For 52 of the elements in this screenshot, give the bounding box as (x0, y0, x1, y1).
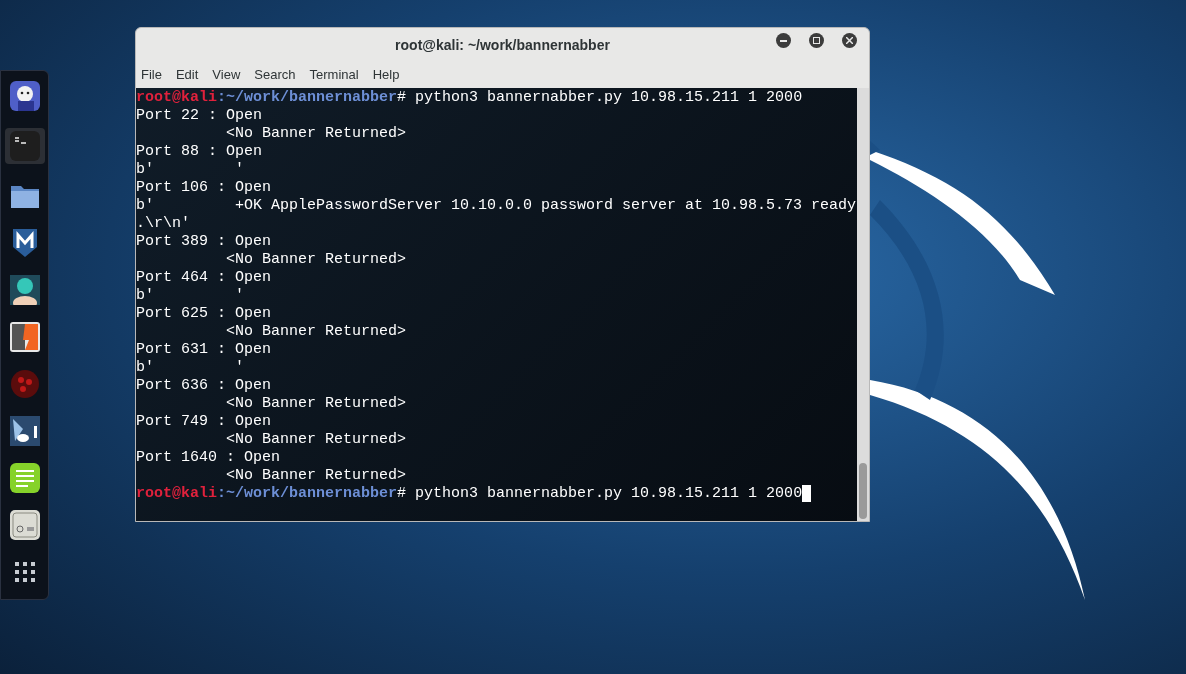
dots-icon (9, 369, 40, 399)
terminal-icon (9, 131, 40, 161)
output-line: <No Banner Returned> (225, 395, 407, 413)
prompt-symbol: # (397, 89, 407, 107)
minimize-button[interactable] (776, 33, 791, 48)
output-line: <No Banner Returned> (225, 431, 407, 449)
output-line: b' ' (136, 359, 245, 377)
control-panel-icon (9, 510, 40, 540)
output-line: <No Banner Returned> (225, 323, 407, 341)
output-line: Port 1640 : Open (136, 449, 281, 467)
folder-icon (9, 183, 40, 209)
menu-item[interactable]: View (212, 65, 241, 85)
output-line: b' +OK ApplePasswordServer 10.10.0.0 password server at 10.98.5.73 ready (136, 197, 857, 215)
output-line: <No Banner Returned> (225, 251, 407, 269)
output-line: Port 631 : Open (136, 341, 272, 359)
menu-item[interactable]: Search (254, 65, 296, 85)
window-title: root@kali: ~/work/bannernabber (395, 35, 610, 55)
output-line: Port 106 : Open (136, 179, 272, 197)
output-line: b' ' (136, 161, 245, 179)
command-text: python3 bannernabber.py 10.98.15.211 1 2000 (414, 485, 803, 503)
output-line: Port 22 : Open (136, 107, 263, 125)
prompt-symbol: # (397, 485, 407, 503)
avatar-icon (9, 275, 40, 305)
output-line: Port 625 : Open (136, 305, 272, 323)
output-line: Port 464 : Open (136, 269, 272, 287)
prompt-path: :~/work/bannernabber (217, 485, 398, 503)
prompt-user: root@kali (136, 485, 217, 503)
close-icon (846, 37, 853, 44)
maximize-button[interactable] (809, 33, 824, 48)
output-line: Port 636 : Open (136, 377, 272, 395)
app-grid-icon (13, 561, 36, 583)
output-line: <No Banner Returned> (225, 467, 407, 485)
output-line: Port 389 : Open (136, 233, 272, 251)
output-line: Port 749 : Open (136, 413, 272, 431)
mascot-icon (9, 81, 40, 111)
close-button[interactable] (842, 33, 857, 48)
bolt-icon (9, 322, 40, 352)
output-line: Port 88 : Open (136, 143, 263, 161)
menu-item[interactable]: Terminal (309, 65, 359, 85)
prompt-user: root@kali (136, 89, 217, 107)
prompt-path: :~/work/bannernabber (217, 89, 398, 107)
scrollbar-thumb[interactable] (859, 463, 867, 519)
output-line: b' ' (136, 287, 245, 305)
output-line: <No Banner Returned> (225, 125, 407, 143)
output-line: .\r\n' (136, 215, 190, 233)
menu-item[interactable]: Edit (175, 65, 199, 85)
menu-item[interactable]: Help (372, 65, 400, 85)
shield-icon (11, 228, 38, 258)
bull-icon (9, 416, 40, 446)
notes-icon (9, 463, 40, 493)
menu-item[interactable]: File (141, 65, 162, 85)
command-text: python3 bannernabber.py 10.98.15.211 1 2000 (414, 89, 803, 107)
